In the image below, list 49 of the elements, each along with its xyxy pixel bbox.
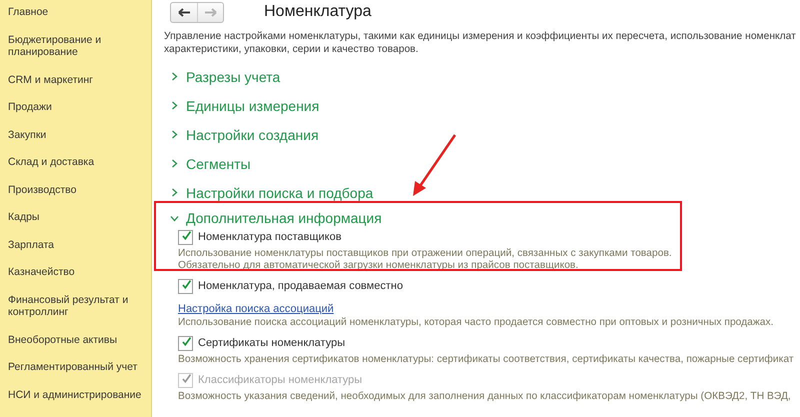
chevron-right-icon — [170, 159, 179, 168]
sidebar-item[interactable]: Главное — [0, 6, 151, 18]
option-description: Использование номенклатуры поставщиков при отражении операций, связанных с закупками товаров. — [178, 248, 673, 260]
page-title: Номенклатура — [264, 3, 372, 21]
sidebar-item[interactable]: Зарплата — [0, 238, 151, 251]
section-header[interactable]: Сегменты — [168, 149, 800, 178]
checkbox[interactable] — [178, 230, 193, 244]
checkbox-label: Классификаторы номенклатуры — [198, 374, 362, 386]
sidebar-item[interactable]: Регламентированный учет — [0, 361, 151, 374]
option-description: Возможность хранения сертификатов номенклатуры: сертификаты соответствия, сертификаты качества, пожарные сертификат — [178, 354, 795, 366]
section-header[interactable]: Единицы измерения — [168, 91, 800, 120]
section-title: Настройки создания — [186, 126, 319, 142]
section-header[interactable]: Разрезы учета — [168, 62, 800, 91]
sidebar-item[interactable]: Внеоборотные активы — [0, 334, 151, 346]
checkbox-label: Номенклатура поставщиков — [198, 231, 342, 243]
section-title: Настройки поиска и подбора — [186, 184, 374, 200]
section-title: Дополнительная информация — [186, 210, 382, 226]
section-header[interactable]: Дополнительная информация — [168, 207, 800, 229]
chevron-right-icon — [170, 72, 179, 81]
sidebar-item[interactable]: CRM и маркетинг — [0, 74, 151, 86]
settings-link[interactable]: Настройка поиска ассоциаций — [178, 303, 334, 315]
page-description: Управление настройками номенклатуры, такими как единицы измерения и коэффициенты их пересчета, использование номенклат — [164, 30, 797, 43]
sidebar-item[interactable]: Финансовый результат и контроллинг — [0, 294, 151, 318]
sidebar-item[interactable]: Производство — [0, 184, 151, 196]
chevron-right-icon — [170, 130, 179, 139]
section-header[interactable]: Настройки поиска и подбора — [168, 178, 800, 207]
checkbox-label: Сертификаты номенклатуры — [198, 337, 345, 349]
sidebar-item[interactable]: Закупки — [0, 128, 151, 141]
sidebar-item[interactable]: НСИ и администрирование — [0, 388, 151, 401]
section-title: Сегменты — [186, 156, 251, 172]
option-description: Использование поиска ассоциаций номенклатуры, которая часто продается совместно при оптовых и розничных продажах. — [178, 317, 775, 329]
page-description: характеристики, упаковки, серии и качество товаров. — [164, 43, 420, 56]
checkbox[interactable] — [178, 336, 193, 350]
sidebar-item[interactable]: Кадры — [0, 211, 151, 224]
sidebar-item[interactable]: Склад и доставка — [0, 156, 151, 168]
checkbox[interactable] — [178, 278, 193, 294]
section-header[interactable]: Настройки создания — [168, 120, 800, 149]
chevron-right-icon — [170, 188, 179, 197]
section-title: Разрезы учета — [186, 68, 280, 84]
option-description: Возможность указания сведений, необходимых для заполнения данных по классификаторам номенклатуры (ОКВЭД2, ТН ВЭД, — [178, 391, 792, 403]
arrow-left-icon — [178, 8, 190, 16]
sidebar-item[interactable]: Казначейство — [0, 266, 151, 278]
arrow-right-icon — [204, 8, 217, 16]
section-title: Единицы измерения — [186, 98, 320, 114]
checkbox-label: Номенклатура, продаваемая совместно — [198, 280, 403, 292]
sidebar-item[interactable]: Продажи — [0, 101, 151, 114]
chevron-down-icon — [170, 214, 179, 222]
chevron-right-icon — [170, 101, 179, 110]
sidebar-item[interactable]: Бюджетирование и планирование — [0, 34, 151, 58]
